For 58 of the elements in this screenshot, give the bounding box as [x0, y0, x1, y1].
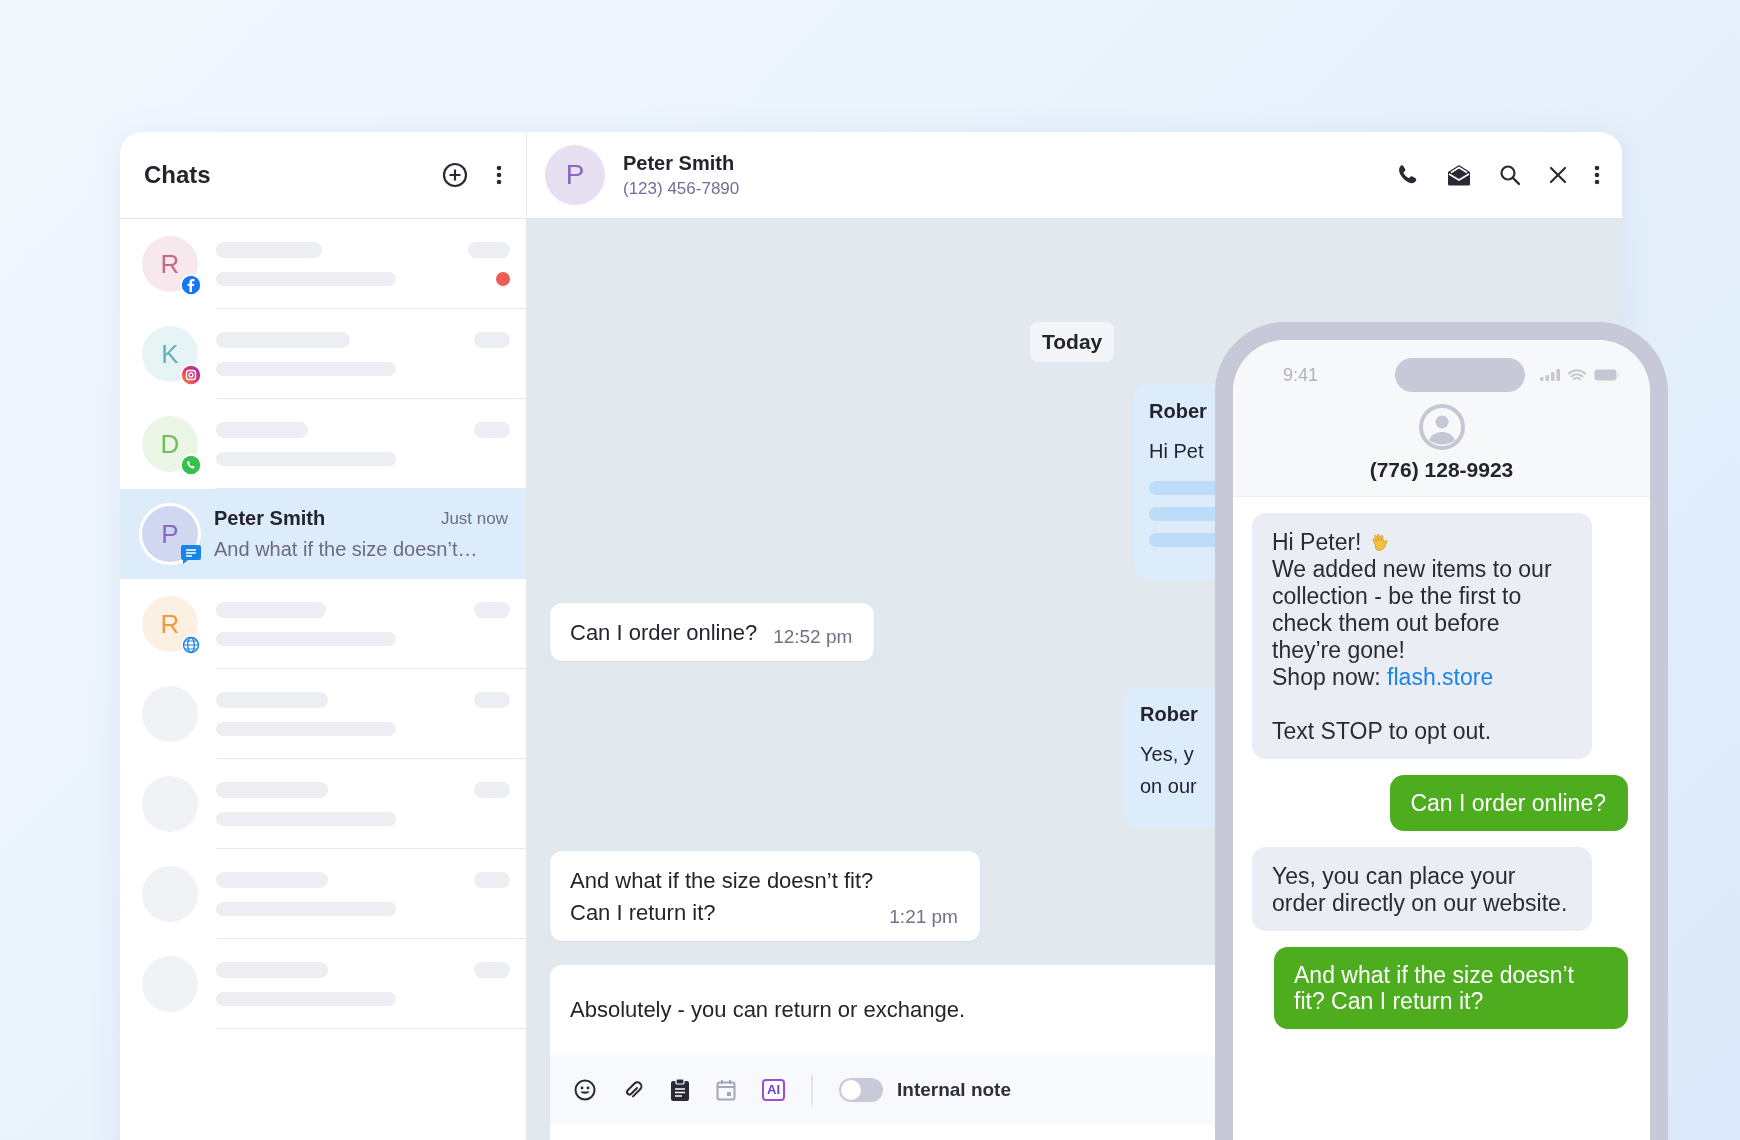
message-preview: And what if the size doesn’t… [214, 538, 479, 561]
chat-list-item[interactable]: K [120, 309, 526, 399]
clipboard-icon[interactable] [670, 1078, 690, 1102]
message-text: Hi Pet [1149, 439, 1205, 464]
avatar-letter: R [160, 608, 180, 640]
avatar-letter: P [565, 159, 585, 191]
signal-icon [1540, 369, 1560, 381]
ai-button[interactable]: AI [762, 1079, 785, 1101]
camera-badge-icon [180, 364, 202, 386]
avatar-letter: K [161, 338, 179, 370]
more-icon[interactable] [1594, 165, 1600, 185]
message-text: Can I order online? [570, 619, 758, 647]
message-text: Text STOP to opt out. [1272, 718, 1493, 745]
message-input[interactable]: Absolutely - you can return or exchange. [550, 965, 1170, 1055]
sidebar-title: Chats [144, 161, 211, 189]
avatar-letter: D [160, 428, 180, 460]
message-text: Yes, you can place your order directly on our website. [1272, 863, 1568, 916]
chat-badge-icon [180, 542, 202, 566]
message-text: Yes, y on our [1140, 742, 1198, 799]
close-icon[interactable] [1548, 165, 1568, 185]
smiley-icon[interactable] [574, 1079, 596, 1101]
more-icon[interactable] [496, 165, 502, 185]
add-icon[interactable] [442, 162, 468, 188]
message-text: And what if the size doesn’t fit? Can I return it? [1294, 962, 1574, 1014]
wifi-icon [1568, 368, 1586, 382]
message-time: 12:52 pm [773, 625, 853, 649]
skeleton-line [1149, 533, 1215, 547]
avatar-letter: R [160, 248, 180, 280]
toggle-label: Internal note [897, 1079, 1011, 1101]
message-time: Just now [440, 508, 508, 529]
chat-list-item[interactable]: P Peter Smith Just now And what if the size doesn’t… [120, 489, 526, 579]
store-link[interactable]: flash.store [1387, 664, 1494, 690]
message-text: Can I order online? [1410, 790, 1606, 816]
chat-list-item[interactable]: R [120, 579, 526, 669]
skeleton-line [1149, 507, 1215, 521]
message-text: We added new items to our collection - be the first to check them out before they’re gone! Shop now: flash.store [1272, 556, 1553, 691]
phone-bubble-badge-icon [180, 454, 202, 476]
contact-name: Peter Smith [214, 507, 326, 530]
chat-list-item[interactable]: R [120, 219, 526, 309]
message-text: And what if the size doesn’t fit? Can I return it? [570, 867, 874, 927]
person-avatar-icon [1418, 404, 1465, 450]
battery-icon [1594, 369, 1620, 381]
globe-badge-icon [180, 634, 202, 656]
status-time: 9:41 [1283, 364, 1320, 386]
message-text: Hi Peter! [1272, 529, 1362, 556]
toggle-switch[interactable] [839, 1078, 883, 1102]
date-label: Today [1030, 322, 1115, 362]
message-time: 1:21 pm [889, 905, 958, 929]
chat-list-item[interactable]: D [120, 399, 526, 489]
contact-phone: (776) 128-9923 [1369, 458, 1514, 482]
sender-name: Rober [1149, 400, 1208, 423]
envelope-icon[interactable] [1446, 163, 1472, 187]
avatar-letter: P [161, 518, 179, 550]
sender-name: Rober [1140, 703, 1199, 726]
contact-name: Peter Smith [623, 151, 736, 175]
contact-phone: (123) 456-7890 [623, 178, 740, 199]
f-logo-badge-icon [180, 274, 202, 296]
search-icon[interactable] [1498, 163, 1522, 187]
